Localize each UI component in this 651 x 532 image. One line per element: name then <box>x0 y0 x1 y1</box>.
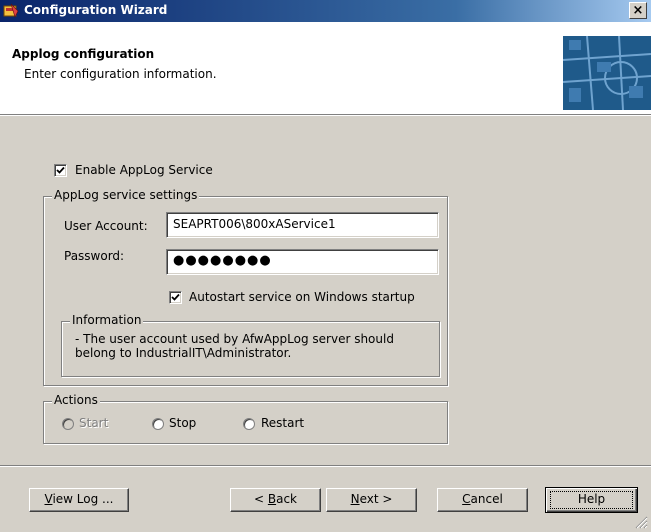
next-mnemonic: N <box>350 492 360 506</box>
autostart-checkbox[interactable] <box>169 291 182 304</box>
title-bar[interactable]: Configuration Wizard × <box>0 0 651 22</box>
stop-radio[interactable] <box>152 418 164 430</box>
password-input[interactable]: ●●●●●●●● <box>166 249 439 275</box>
cancel-label: ancel <box>470 492 503 506</box>
password-label: Password: <box>64 249 125 263</box>
window-title: Configuration Wizard <box>24 3 168 17</box>
help-button[interactable]: Help <box>545 487 638 513</box>
back-label: ack <box>276 492 297 506</box>
footer-divider-highlight <box>0 466 651 467</box>
enable-applog-label[interactable]: Enable AppLog Service <box>75 163 213 177</box>
header-subtitle: Enter configuration information. <box>24 67 217 81</box>
checkmark-icon <box>56 166 65 174</box>
back-prefix: < <box>253 492 268 506</box>
stop-label[interactable]: Stop <box>169 416 196 430</box>
header-divider <box>0 115 651 116</box>
next-button[interactable]: Next > <box>326 488 417 512</box>
view-log-button[interactable]: View Log ... <box>29 488 129 512</box>
resize-grip-icon[interactable] <box>634 515 648 532</box>
restart-radio[interactable] <box>243 418 255 430</box>
restart-label[interactable]: Restart <box>261 416 304 430</box>
user-account-input[interactable]: SEAPRT006\800xAService1 <box>166 212 439 238</box>
back-button[interactable]: < Back <box>230 488 321 512</box>
next-label: ext > <box>359 492 393 506</box>
app-icon <box>3 3 19 19</box>
service-settings-legend: AppLog service settings <box>52 188 200 202</box>
close-icon: × <box>632 3 644 18</box>
information-text-line1: - The user account used by AfwAppLog ser… <box>75 332 394 346</box>
header-title: Applog configuration <box>12 47 155 61</box>
user-account-label: User Account: <box>64 219 148 233</box>
actions-legend: Actions <box>52 393 100 407</box>
cancel-button[interactable]: Cancel <box>437 488 528 512</box>
back-mnemonic: B <box>267 492 277 506</box>
start-label[interactable]: Start <box>79 416 108 430</box>
information-text-line2: belong to IndustrialIT\Administrator. <box>75 346 292 360</box>
cancel-mnemonic: C <box>462 492 471 506</box>
focus-rectangle <box>550 491 633 509</box>
checkmark-icon <box>171 293 180 301</box>
wizard-banner-graphic-icon <box>557 30 651 113</box>
autostart-label[interactable]: Autostart service on Windows startup <box>189 290 415 304</box>
enable-applog-checkbox[interactable] <box>54 164 67 177</box>
view-log-label: iew Log ... <box>52 492 114 506</box>
start-radio[interactable] <box>62 418 74 430</box>
wizard-header: Applog configuration Enter configuration… <box>0 22 651 115</box>
information-legend: Information <box>70 313 144 327</box>
close-button[interactable]: × <box>629 2 647 19</box>
